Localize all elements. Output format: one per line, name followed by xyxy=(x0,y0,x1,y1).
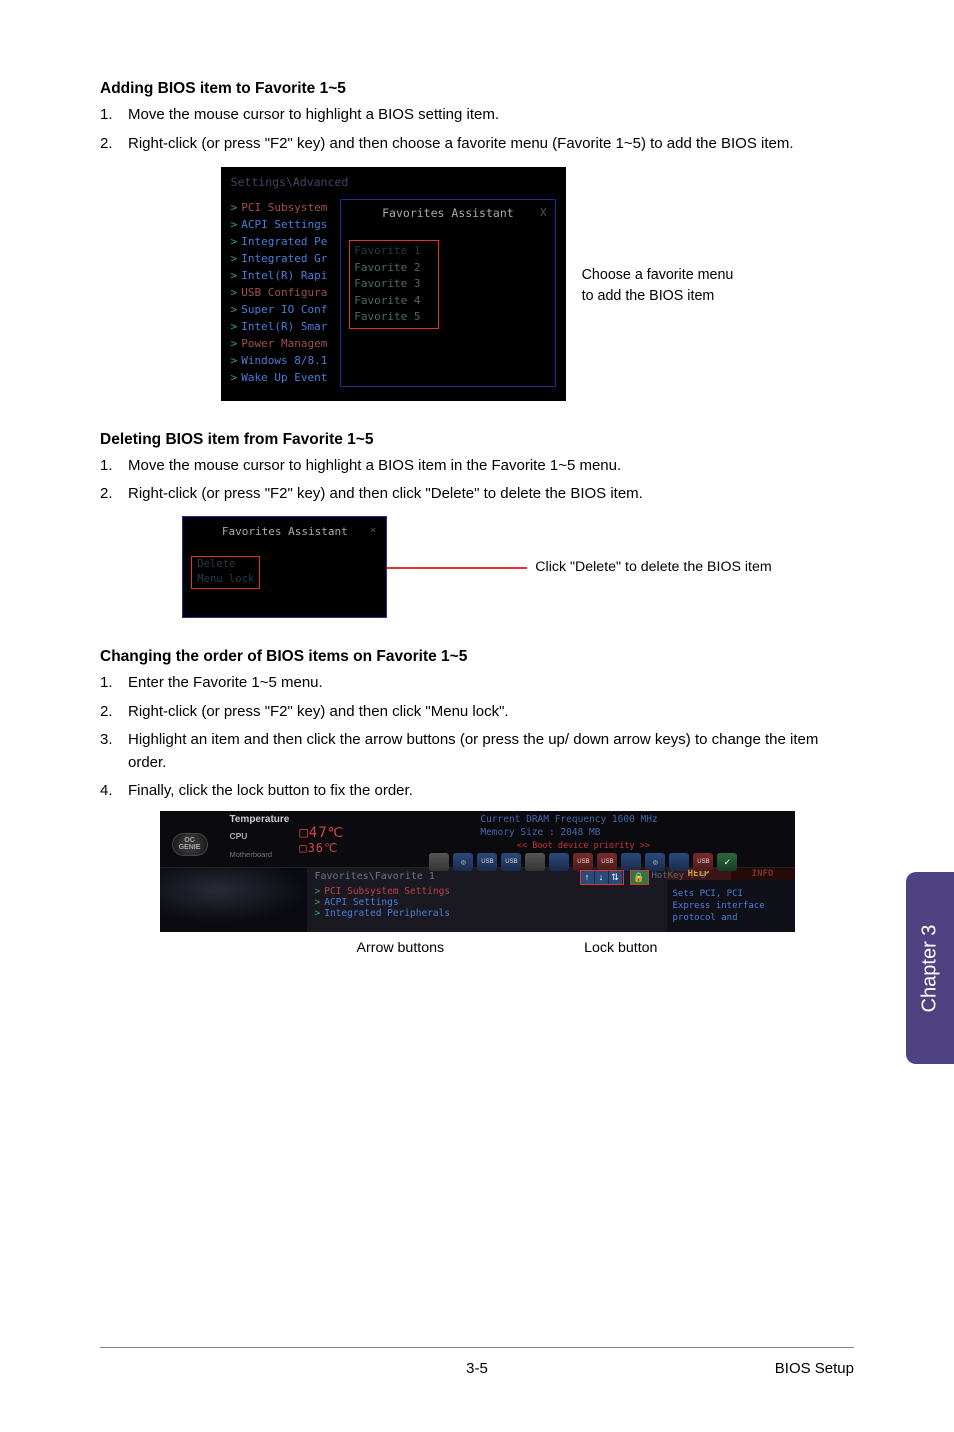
step-text: Right-click (or press "F2" key) and then… xyxy=(128,483,854,506)
cpu-label: CPU xyxy=(230,831,290,841)
favorite-option[interactable]: Favorite 4 xyxy=(354,293,434,310)
boot-device-icon[interactable] xyxy=(429,853,449,871)
favorite-option[interactable]: Favorite 5 xyxy=(354,309,434,326)
motherboard-label: Motherboard xyxy=(230,850,290,859)
boot-device-icon[interactable]: USB xyxy=(501,853,521,871)
step-text: Right-click (or press "F2" key) and then… xyxy=(128,701,854,724)
delete-option[interactable]: Delete xyxy=(197,557,254,573)
step-text: Right-click (or press "F2" key) and then… xyxy=(128,133,854,156)
changing-heading: Changing the order of BIOS items on Favo… xyxy=(100,648,854,666)
page-footer: 3-5 BIOS Setup xyxy=(100,1347,854,1377)
close-icon[interactable]: × xyxy=(370,525,376,536)
boot-device-icon[interactable]: ✓ xyxy=(717,853,737,871)
deleting-heading: Deleting BIOS item from Favorite 1~5 xyxy=(100,431,854,449)
callout-text: Choose a favorite menu to add the BIOS i… xyxy=(582,265,734,306)
arrow-buttons-label: Arrow buttons xyxy=(357,940,445,956)
help-text: Sets PCI, PCI Express interface protocol… xyxy=(667,880,795,932)
menu-item[interactable]: >Super IO Conf xyxy=(231,301,341,318)
favorite-items: >PCI Subsystem Settings>ACPI Settings>In… xyxy=(315,886,659,919)
step-num: 2. xyxy=(100,133,128,156)
menu-item[interactable]: >Power Managem xyxy=(231,335,341,352)
boot-device-icons: ◎USBUSBUSBUSB◎USB✓ xyxy=(372,853,794,871)
cpu-temp-value: □47℃ xyxy=(299,825,344,842)
boot-device-icon[interactable]: ◎ xyxy=(453,853,473,871)
boot-device-icon[interactable]: USB xyxy=(477,853,497,871)
boot-priority-label: << Boot device priority >> xyxy=(372,841,794,851)
sort-arrow-icon[interactable]: ⇅ xyxy=(609,871,623,884)
section-name: BIOS Setup xyxy=(775,1360,854,1377)
step-text: Finally, click the lock button to fix th… xyxy=(128,780,854,803)
step-num: 1. xyxy=(100,672,128,695)
favorite-item[interactable]: >PCI Subsystem Settings xyxy=(315,886,659,897)
menu-item[interactable]: >Intel(R) Smar xyxy=(231,318,341,335)
menu-item[interactable]: >Intel(R) Rapi xyxy=(231,267,341,284)
step-num: 4. xyxy=(100,780,128,803)
dram-info: Current DRAM Frequency 1600 MHz Memory S… xyxy=(480,813,794,840)
favorite-item[interactable]: >ACPI Settings xyxy=(315,897,659,908)
chapter-tab: Chapter 3 xyxy=(906,872,954,1064)
lock-button-label: Lock button xyxy=(584,940,657,956)
menu-item[interactable]: >Wake Up Event xyxy=(231,369,341,386)
deleting-steps: 1.Move the mouse cursor to highlight a B… xyxy=(100,455,854,506)
hotkey-label: HotKey : 5 xyxy=(652,871,706,881)
adding-heading: Adding BIOS item to Favorite 1~5 xyxy=(100,80,854,98)
step-num: 1. xyxy=(100,104,128,127)
popup-title: Favorites Assistant xyxy=(349,206,546,220)
changing-steps: 1.Enter the Favorite 1~5 menu. 2.Right-c… xyxy=(100,672,854,803)
lock-button[interactable]: 🔒 xyxy=(630,870,649,885)
boot-device-icon[interactable]: USB xyxy=(573,853,593,871)
callout-text: Click "Delete" to delete the BIOS item xyxy=(535,559,771,575)
step-text: Move the mouse cursor to highlight a BIO… xyxy=(128,455,854,478)
favorites-popup: Favorites Assistant X Favorite 1Favorite… xyxy=(340,199,555,387)
delete-popup-screenshot: Favorites Assistant × Delete Menu lock C… xyxy=(182,516,771,619)
step-num: 2. xyxy=(100,701,128,724)
temperature-label: Temperature xyxy=(230,814,290,825)
favorite-option[interactable]: Favorite 1 xyxy=(354,243,434,260)
bios-ui-screenshot: OCGENIE Temperature CPU Motherboard □47℃… xyxy=(160,811,795,932)
oc-genie-button[interactable]: OCGENIE xyxy=(172,833,208,856)
arrow-buttons[interactable]: ↑ ↓ ⇅ xyxy=(580,870,624,885)
step-num: 3. xyxy=(100,729,128,774)
menu-lock-option[interactable]: Menu lock xyxy=(197,572,254,588)
menu-item[interactable]: >USB Configura xyxy=(231,284,341,301)
adding-steps: 1.Move the mouse cursor to highlight a B… xyxy=(100,104,854,155)
menu-item[interactable]: >ACPI Settings xyxy=(231,216,341,233)
step-num: 2. xyxy=(100,483,128,506)
mb-temp-value: □36℃ xyxy=(299,841,344,855)
boot-device-icon[interactable]: USB xyxy=(693,853,713,871)
popup-title: Favorites Assistant xyxy=(222,525,348,538)
favorite-option[interactable]: Favorite 2 xyxy=(354,260,434,277)
up-arrow-icon[interactable]: ↑ xyxy=(581,871,595,884)
step-text: Highlight an item and then click the arr… xyxy=(128,729,854,774)
down-arrow-icon[interactable]: ↓ xyxy=(595,871,609,884)
close-icon[interactable]: X xyxy=(540,206,547,219)
menu-item[interactable]: >Integrated Pe xyxy=(231,233,341,250)
menu-item[interactable]: >PCI Subsystem xyxy=(231,199,341,216)
favorite-item[interactable]: >Integrated Peripherals xyxy=(315,908,659,919)
settings-menu: >PCI Subsystem>ACPI Settings>Integrated … xyxy=(231,199,341,387)
boot-device-icon[interactable] xyxy=(621,853,641,871)
menu-item[interactable]: >Windows 8/8.1 xyxy=(231,352,341,369)
step-num: 1. xyxy=(100,455,128,478)
step-text: Move the mouse cursor to highlight a BIO… xyxy=(128,104,854,127)
favorite-option[interactable]: Favorite 3 xyxy=(354,276,434,293)
boot-device-icon[interactable] xyxy=(669,853,689,871)
favorite-options: Favorite 1Favorite 2Favorite 3Favorite 4… xyxy=(349,240,439,329)
boot-device-icon[interactable] xyxy=(525,853,545,871)
motherboard-image xyxy=(160,868,307,923)
step-text: Enter the Favorite 1~5 menu. xyxy=(128,672,854,695)
boot-device-icon[interactable] xyxy=(549,853,569,871)
boot-device-icon[interactable]: ◎ xyxy=(645,853,665,871)
callout-line xyxy=(387,567,527,569)
menu-item[interactable]: >Integrated Gr xyxy=(231,250,341,267)
page-number: 3-5 xyxy=(466,1360,488,1377)
favorites-assistant-screenshot: Settings\Advanced >PCI Subsystem>ACPI Se… xyxy=(221,167,734,401)
delete-options: Delete Menu lock xyxy=(191,556,260,590)
breadcrumb: Settings\Advanced xyxy=(231,175,556,189)
boot-device-icon[interactable]: USB xyxy=(597,853,617,871)
